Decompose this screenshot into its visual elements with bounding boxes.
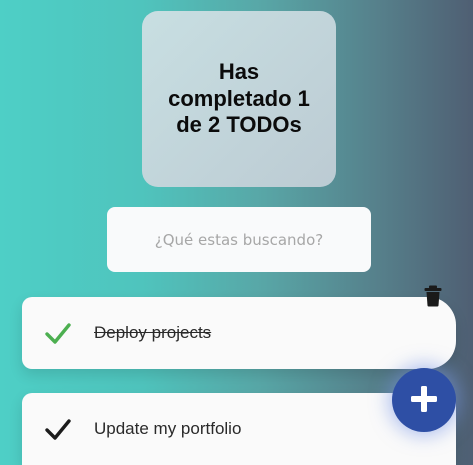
search-input[interactable] [107,207,371,272]
check-icon[interactable] [44,319,72,347]
todo-counter-title: Has completado 1 de 2 TODOs [168,59,310,138]
todo-item-deploy-projects: Deploy projects [22,285,456,369]
todo-text: Deploy projects [94,323,212,342]
plus-icon [409,384,439,417]
trash-icon[interactable] [423,285,443,307]
add-todo-button[interactable] [392,368,456,432]
todo-counter-card: Has completado 1 de 2 TODOs [142,11,336,187]
todo-item-update-portfolio: Update my portfolio [22,393,456,465]
todo-text: Update my portfolio [94,419,242,438]
check-icon[interactable] [44,415,72,443]
